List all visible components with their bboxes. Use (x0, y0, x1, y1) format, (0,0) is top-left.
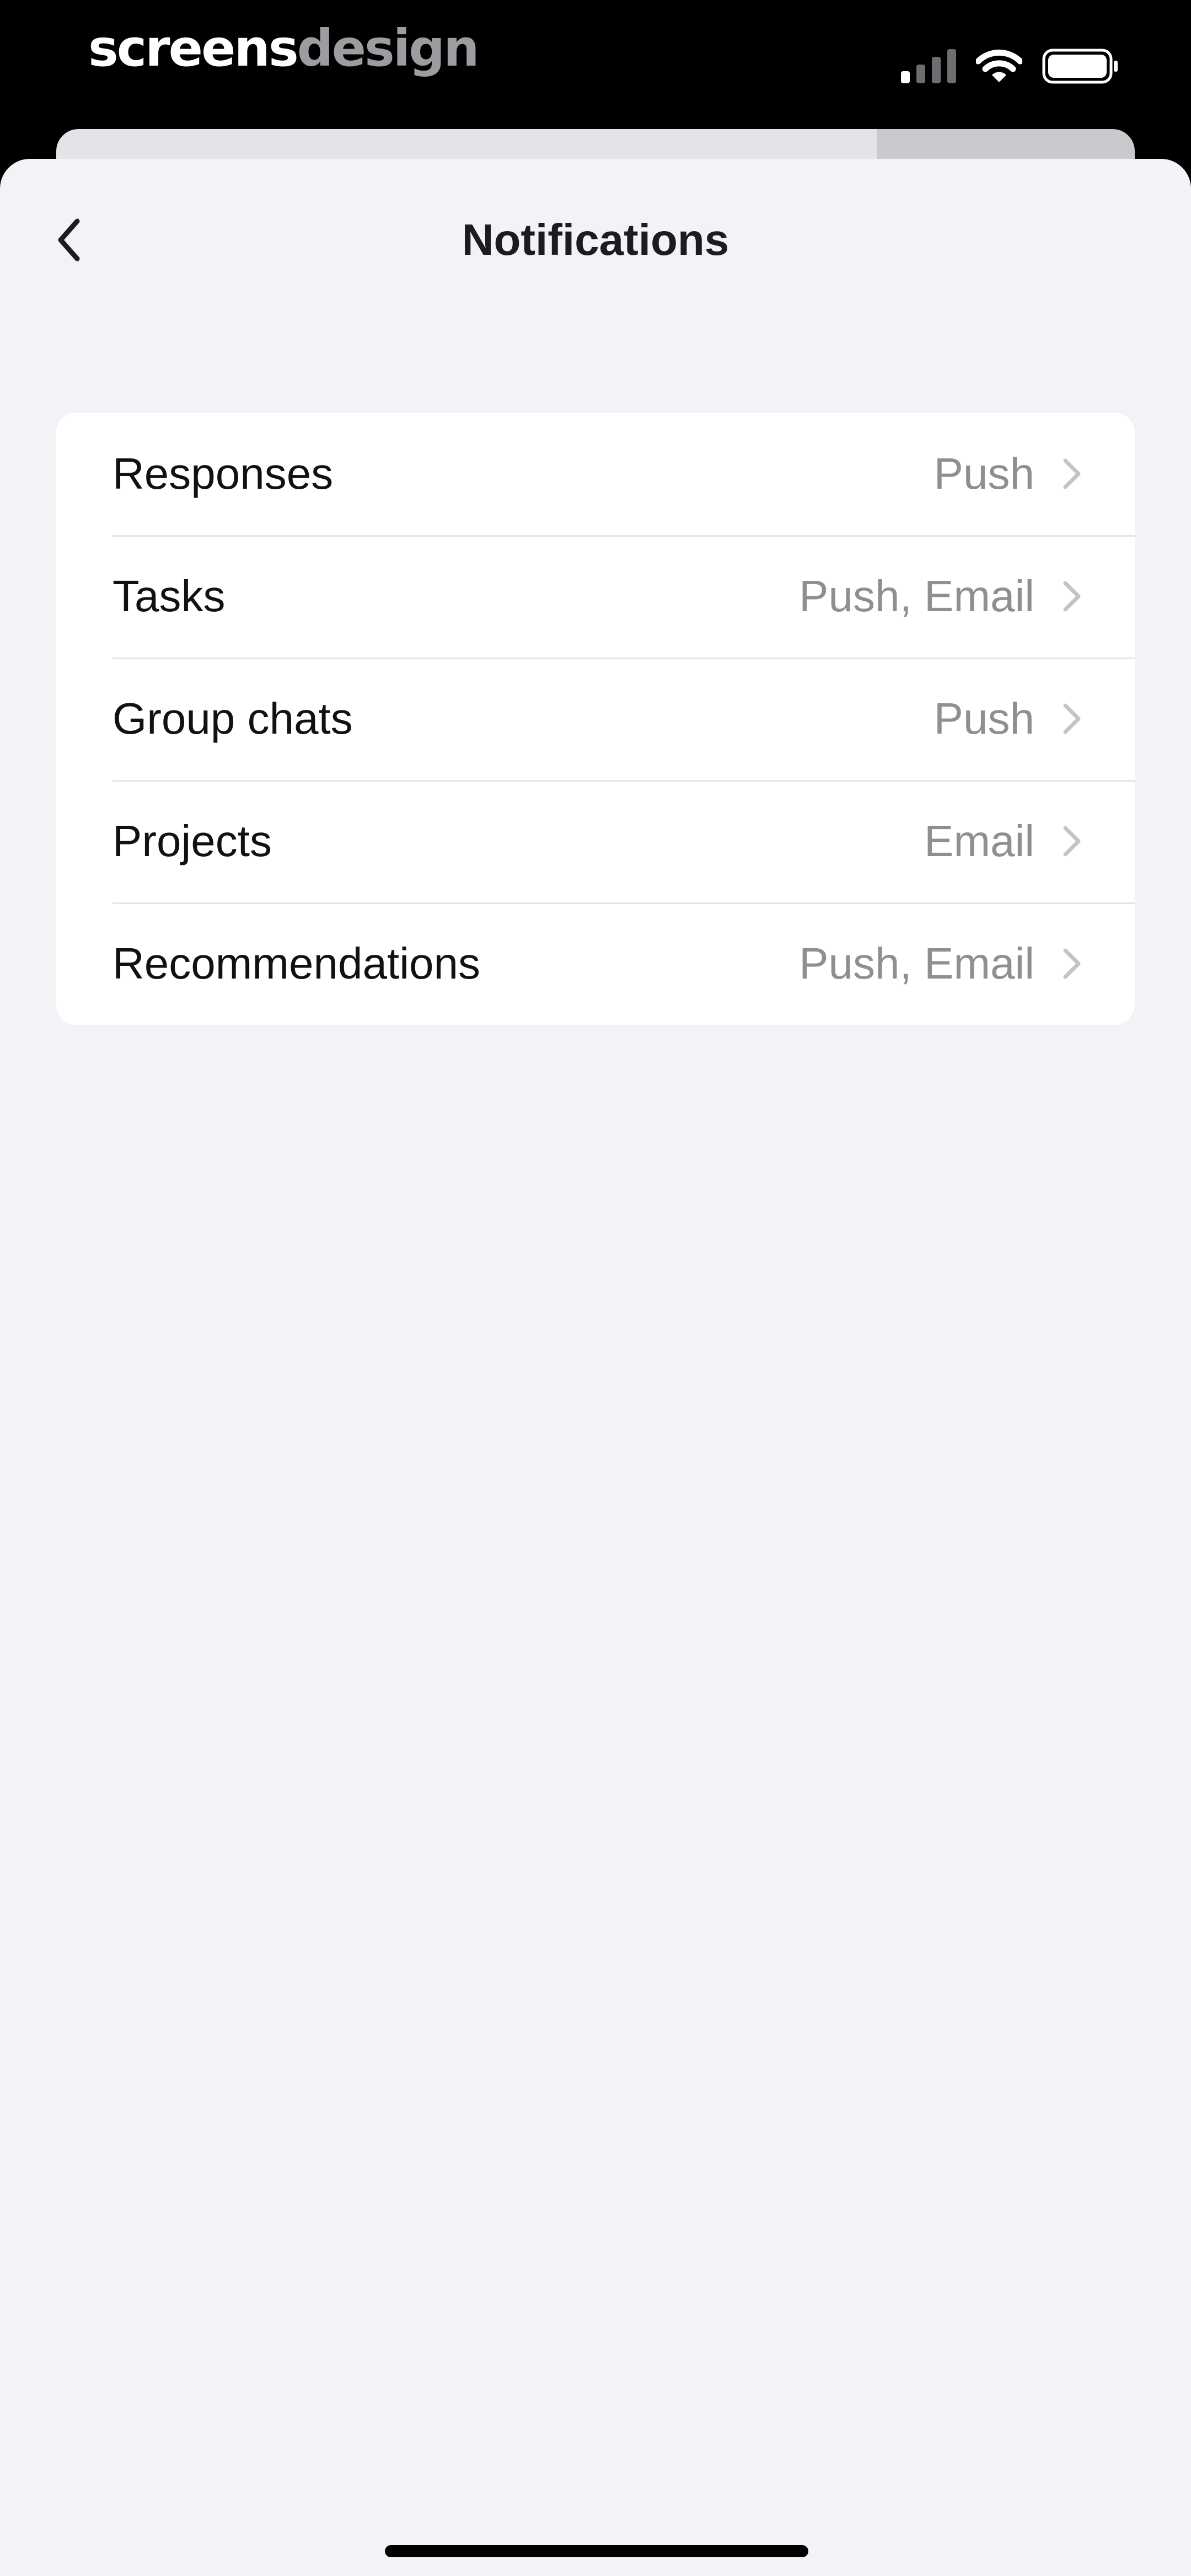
home-indicator[interactable] (385, 2545, 808, 2557)
status-icons (901, 44, 1119, 88)
setting-row-responses[interactable]: Responses Push (56, 413, 1135, 535)
cellular-signal-icon (901, 49, 956, 83)
back-button[interactable] (44, 210, 94, 270)
battery-icon (1042, 49, 1118, 84)
chevron-right-icon (1062, 580, 1082, 613)
setting-row-tasks[interactable]: Tasks Push, Email (56, 535, 1135, 658)
setting-row-recommendations[interactable]: Recommendations Push, Email (56, 902, 1135, 1025)
setting-label: Group chats (112, 694, 353, 743)
chevron-right-icon (1062, 457, 1082, 490)
setting-value: Push, Email (799, 571, 1034, 621)
setting-label: Recommendations (112, 939, 480, 988)
setting-label: Projects (112, 816, 272, 865)
setting-row-group-chats[interactable]: Group chats Push (56, 658, 1135, 780)
setting-value: Push (934, 449, 1034, 498)
setting-value: Push, Email (799, 939, 1034, 988)
chevron-left-icon (58, 218, 80, 261)
notification-settings-list: Responses Push Tasks Push, Email Group c… (56, 413, 1135, 1025)
brand-watermark: screensdesign (88, 23, 480, 74)
status-bar: screensdesign (0, 0, 1191, 132)
brand-part-1: screens (88, 19, 299, 78)
chevron-right-icon (1062, 825, 1082, 858)
setting-row-projects[interactable]: Projects Email (56, 780, 1135, 902)
setting-value: Email (924, 816, 1034, 865)
setting-label: Tasks (112, 571, 226, 621)
brand-part-2: design (297, 19, 480, 78)
page-title: Notifications (462, 215, 729, 264)
page-title-container: Notifications (0, 210, 1191, 270)
chevron-right-icon (1062, 702, 1082, 735)
chevron-right-icon (1062, 947, 1082, 980)
notifications-sheet: Notifications Responses Push Tasks Push,… (0, 159, 1191, 2576)
setting-value: Push (934, 694, 1034, 743)
wifi-icon (976, 49, 1022, 82)
setting-label: Responses (112, 449, 334, 498)
